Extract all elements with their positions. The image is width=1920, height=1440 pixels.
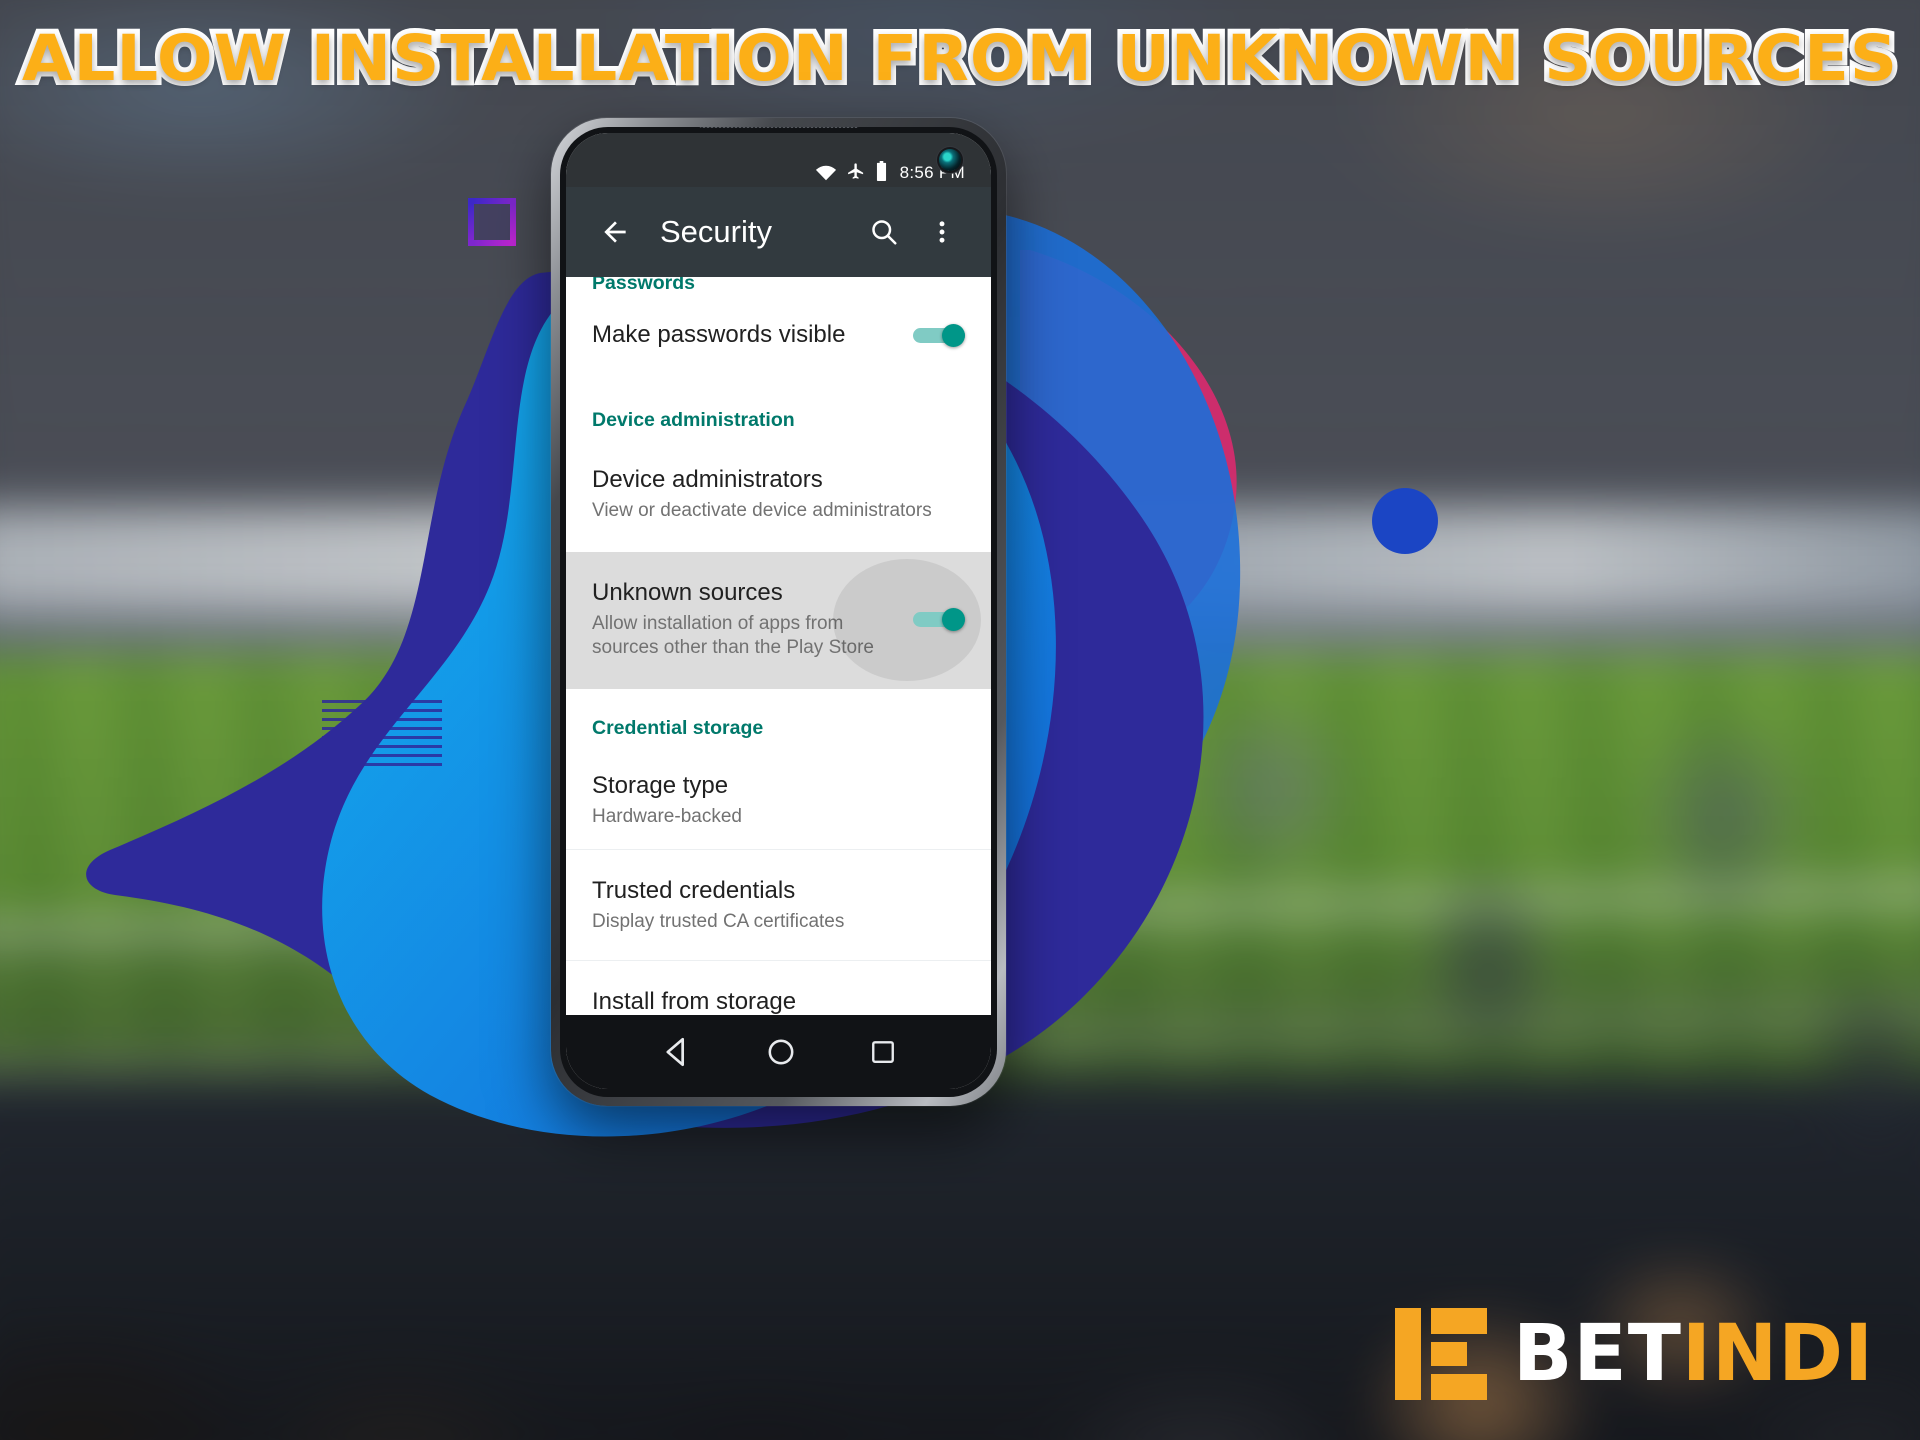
list-item-subtitle: Allow installation of apps from sources … xyxy=(592,612,874,659)
list-item-device-administrators[interactable]: Device administrators View or deactivate… xyxy=(566,446,991,552)
list-item-storage-type[interactable]: Storage type Hardware-backed xyxy=(566,752,991,850)
list-item-title: Unknown sources xyxy=(592,578,783,606)
section-header-passwords: Passwords xyxy=(592,277,695,294)
list-item-title: Install from storage xyxy=(592,988,797,1015)
nav-recents-square-icon[interactable] xyxy=(868,1037,898,1067)
more-vert-icon xyxy=(939,221,945,243)
list-spacer xyxy=(566,369,991,383)
app-bar: Security xyxy=(566,187,991,277)
android-navigation-bar xyxy=(566,1015,991,1089)
airplane-mode-icon xyxy=(847,163,863,179)
section-header-device-administration: Device administration xyxy=(592,409,795,431)
back-button[interactable] xyxy=(588,205,642,259)
logo-text-indi: INDI xyxy=(1681,1309,1874,1399)
battery-icon xyxy=(876,161,886,181)
overflow-menu-button[interactable] xyxy=(915,205,969,259)
list-item-subtitle: Display trusted CA certificates xyxy=(592,910,845,932)
list-item-subtitle: View or deactivate device administrators xyxy=(592,500,932,521)
list-item-make-passwords-visible[interactable]: Make passwords visible xyxy=(566,301,991,369)
page-title: ALLOW INSTALLATION FROM UNKNOWN SOURCES xyxy=(17,17,1903,100)
make-passwords-visible-switch[interactable] xyxy=(913,324,965,347)
brand-logo: BETINDI xyxy=(1394,1308,1874,1400)
logo-text-bet: BET xyxy=(1512,1309,1682,1399)
wifi-icon xyxy=(815,165,836,181)
search-button[interactable] xyxy=(857,205,911,259)
betindi-wordmark: BETINDI xyxy=(1513,1315,1874,1393)
status-bar: 8:56 PM xyxy=(566,133,991,187)
list-item-unknown-sources[interactable]: Unknown sources Allow installation of ap… xyxy=(566,551,991,690)
list-item-title: Storage type xyxy=(592,772,729,800)
nav-back-triangle-icon[interactable] xyxy=(660,1035,694,1069)
nav-home-circle-icon[interactable] xyxy=(765,1036,797,1068)
list-item-subtitle: Hardware-backed xyxy=(592,806,742,828)
unknown-sources-switch[interactable] xyxy=(913,608,965,632)
list-item-install-from-storage[interactable]: Install from storage Install certificate… xyxy=(566,961,991,1015)
list-item-title: Device administrators xyxy=(592,466,823,493)
back-arrow-icon xyxy=(604,221,626,243)
app-bar-title: Security xyxy=(660,214,772,249)
phone-screen: 8:56 PM Security Passwords Make password… xyxy=(566,133,991,1089)
blue-dot-decor xyxy=(1372,488,1438,554)
phone-mockup: 8:56 PM Security Passwords Make password… xyxy=(551,118,1006,1106)
phone-bezel: 8:56 PM Security Passwords Make password… xyxy=(560,127,997,1097)
switch-knob xyxy=(942,608,965,632)
list-item-title: Trusted credentials xyxy=(592,876,796,904)
betindi-mark-icon xyxy=(1394,1308,1487,1400)
switch-knob xyxy=(942,324,965,347)
section-header-credential-storage: Credential storage xyxy=(592,717,764,740)
list-item-trusted-credentials[interactable]: Trusted credentials Display trusted CA c… xyxy=(566,850,991,962)
settings-list[interactable]: Passwords Make passwords visible Device … xyxy=(566,277,991,1015)
hatch-lines-decor xyxy=(322,700,442,768)
front-camera-icon xyxy=(939,149,961,171)
search-icon xyxy=(872,220,897,245)
earpiece-speaker-icon xyxy=(698,127,859,128)
list-item-title: Make passwords visible xyxy=(592,321,846,348)
